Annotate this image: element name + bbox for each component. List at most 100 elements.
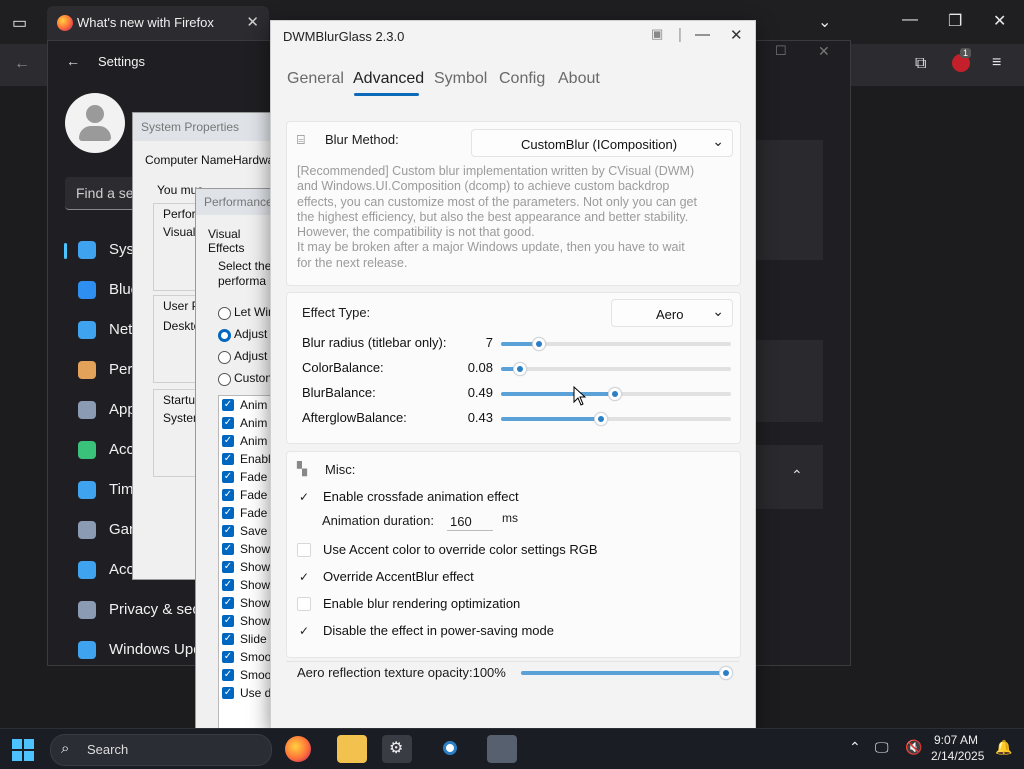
- notification-bell-icon[interactable]: 🔔: [995, 739, 1012, 756]
- volume-muted-icon[interactable]: 🔇: [905, 739, 922, 756]
- option-checkbox[interactable]: [297, 597, 311, 611]
- back-arrow-icon[interactable]: ←: [66, 53, 80, 69]
- slider-value: 7: [485, 335, 493, 350]
- close-window-button[interactable]: ✕: [993, 11, 1006, 31]
- effect-checkbox[interactable]: ✓: [222, 435, 234, 447]
- avatar: [65, 93, 125, 153]
- effect-checkbox[interactable]: ✓: [222, 543, 234, 555]
- slider-label: ColorBalance:: [302, 360, 384, 375]
- slider-fill: [501, 392, 614, 396]
- effect-type-value: Aero: [656, 307, 684, 322]
- shield-icon: [78, 601, 96, 619]
- animation-duration-unit: ms: [502, 511, 518, 525]
- tab-advanced[interactable]: Advanced: [353, 70, 424, 88]
- radio-button[interactable]: [218, 351, 231, 364]
- settings-card: [755, 140, 823, 260]
- close-button[interactable]: ✕: [730, 26, 743, 44]
- effect-label: Smoo: [240, 668, 272, 682]
- tab-hardware[interactable]: Hardwa: [233, 153, 274, 167]
- option-label: Disable the effect in power-saving mode: [323, 623, 554, 638]
- tab-about[interactable]: About: [558, 70, 600, 88]
- system-properties-taskbar-icon[interactable]: [487, 735, 517, 763]
- option-checkbox[interactable]: ✓: [297, 624, 311, 638]
- effect-label: Show: [240, 578, 271, 592]
- wifi-icon: [78, 321, 96, 339]
- chevron-up-icon[interactable]: ⌃: [791, 467, 803, 484]
- effect-checkbox[interactable]: ✓: [222, 579, 234, 591]
- slider-thumb[interactable]: [531, 337, 546, 351]
- extension-badge: 1: [960, 48, 972, 58]
- back-icon[interactable]: ←: [14, 55, 30, 73]
- blur-method-dropdown[interactable]: CustomBlur (IComposition) ⌄: [471, 129, 733, 157]
- network-icon[interactable]: 🖵: [875, 739, 889, 756]
- effect-checkbox[interactable]: ✓: [222, 507, 234, 519]
- bluetooth-icon: [78, 281, 96, 299]
- effect-checkbox[interactable]: ✓: [222, 615, 234, 627]
- effect-checkbox[interactable]: ✓: [222, 669, 234, 681]
- effect-checkbox[interactable]: ✓: [222, 561, 234, 573]
- slider-track[interactable]: [501, 362, 731, 376]
- app-taskbar-icon[interactable]: [436, 735, 466, 763]
- effect-type-dropdown[interactable]: Aero ⌄: [611, 299, 733, 327]
- tab-general[interactable]: General: [287, 70, 344, 88]
- effect-checkbox[interactable]: ✓: [222, 453, 234, 465]
- settings-maximize-icon[interactable]: ☐: [775, 43, 787, 59]
- effect-label: Show: [240, 542, 271, 556]
- option-checkbox[interactable]: ✓: [297, 490, 311, 504]
- maximize-button[interactable]: ❐: [948, 11, 962, 31]
- minimize-button[interactable]: —: [902, 11, 918, 29]
- tab-computer-name[interactable]: Computer Name: [145, 153, 233, 167]
- option-checkbox[interactable]: [297, 543, 311, 557]
- slider-value: 0.08: [467, 360, 493, 375]
- effect-checkbox[interactable]: ✓: [222, 597, 234, 609]
- tab-visual-effects[interactable]: Visual Effects: [208, 227, 276, 255]
- menu-icon[interactable]: ≡: [992, 54, 1001, 72]
- slider-thumb[interactable]: [719, 666, 733, 680]
- effect-checkbox[interactable]: ✓: [222, 399, 234, 411]
- extensions-icon[interactable]: ⧉: [915, 55, 926, 73]
- file-explorer-icon[interactable]: [337, 735, 367, 763]
- effect-checkbox[interactable]: ✓: [222, 633, 234, 645]
- option-checkbox[interactable]: ✓: [297, 570, 311, 584]
- firefox-taskbar-icon[interactable]: [285, 736, 311, 762]
- radio-button[interactable]: [218, 307, 231, 320]
- tab-list-icon[interactable]: ▭: [12, 13, 27, 33]
- slider-track[interactable]: [501, 387, 731, 401]
- reflection-opacity-label: Aero reflection texture opacity:100%: [297, 665, 506, 680]
- effect-checkbox[interactable]: ✓: [222, 525, 234, 537]
- slider-track[interactable]: [501, 337, 731, 351]
- slider-thumb[interactable]: [607, 387, 622, 401]
- radio-button[interactable]: [218, 329, 231, 342]
- effect-checkbox[interactable]: ✓: [222, 651, 234, 663]
- effect-label: Save t: [240, 524, 275, 538]
- chevron-up-icon[interactable]: ⌃: [849, 739, 861, 756]
- effect-checkbox[interactable]: ✓: [222, 489, 234, 501]
- minimize-button[interactable]: —: [695, 26, 710, 43]
- settings-close-icon[interactable]: ✕: [818, 43, 830, 60]
- tab-title: What's new with Firefox: [77, 15, 214, 30]
- effect-checkbox[interactable]: ✓: [222, 417, 234, 429]
- effect-checkbox[interactable]: ✓: [222, 687, 234, 699]
- slider-label: Blur radius (titlebar only):: [302, 335, 447, 350]
- effect-checkbox[interactable]: ✓: [222, 471, 234, 483]
- misc-icon: ▚: [297, 461, 307, 476]
- firefox-icon: [57, 15, 73, 31]
- windows-start-icon[interactable]: [12, 739, 34, 761]
- save-icon[interactable]: ▣: [651, 26, 663, 42]
- clock-date[interactable]: 2/14/2025: [931, 749, 984, 763]
- slider-track[interactable]: [501, 412, 731, 426]
- intro-text: performa: [218, 274, 267, 288]
- clock-time[interactable]: 9:07 AM: [934, 733, 978, 747]
- close-tab-icon[interactable]: ✕: [246, 13, 259, 31]
- tab-symbol[interactable]: Symbol: [434, 70, 487, 88]
- taskbar-search[interactable]: ⌕ Search: [50, 734, 272, 766]
- tab-config[interactable]: Config: [499, 70, 545, 88]
- slider-thumb[interactable]: [593, 412, 608, 426]
- settings-card: [755, 340, 823, 422]
- animation-duration-input[interactable]: 160: [447, 510, 493, 531]
- radio-button[interactable]: [218, 373, 231, 386]
- chevron-down-icon[interactable]: ⌄: [818, 12, 831, 32]
- browser-tab-firefox[interactable]: What's new with Firefox ✕: [47, 6, 269, 40]
- reflection-opacity-slider[interactable]: [521, 666, 733, 680]
- settings-taskbar-icon[interactable]: ⚙: [382, 735, 412, 763]
